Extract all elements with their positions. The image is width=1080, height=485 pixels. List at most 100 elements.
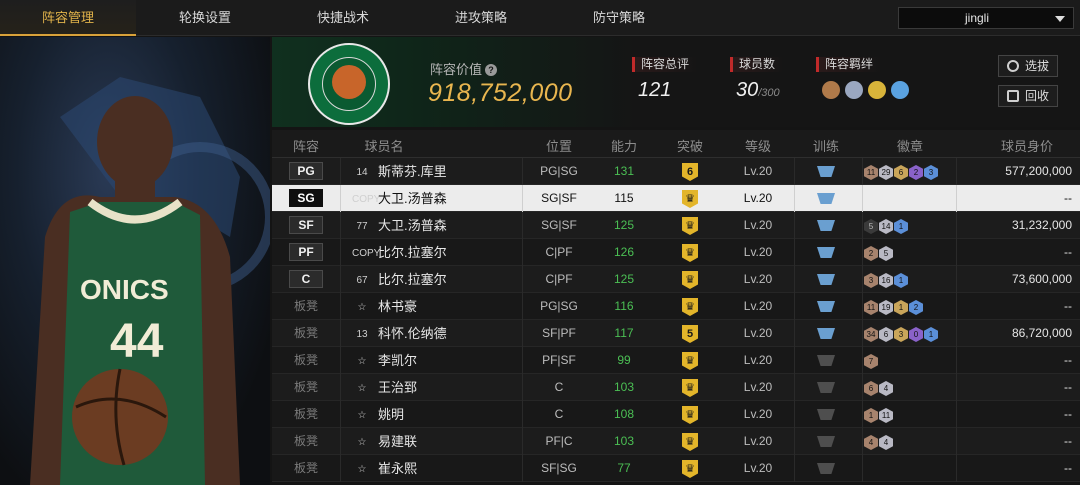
user-dropdown[interactable]: jingli [898,7,1074,29]
crown-icon: ♛ [682,379,698,397]
player-position: SF|SG [541,461,577,475]
select-button[interactable]: 选拔 [998,55,1058,77]
bench-label: 板凳 [293,434,318,448]
bond-icon-1[interactable] [822,81,840,99]
tab-offense-strategy[interactable]: 进攻策略 [412,0,550,36]
tab-quick-tactics[interactable]: 快捷战术 [274,0,412,36]
card-number-icon: 67 [356,275,368,286]
roster-table: 阵容 球员名 位置 能力 突破 等级 训练 徽章 球员身价 PG 14 斯蒂芬.… [272,130,1080,485]
bond-icon-2[interactable] [845,81,863,99]
badges-cell: 5 14 1 [864,212,956,239]
table-row[interactable]: PG 14 斯蒂芬.库里 PG|SG 131 6 Lv.20 11 29 6 2 3 5… [272,158,1080,185]
breakthrough-cell: ♛ [660,347,720,374]
player-position: C|PF [545,245,573,259]
table-row[interactable]: 板凳 ☆ 林书豪 PG|SG 116 ♛ Lv.20 11 19 1 2 -- [272,293,1080,320]
training-cell[interactable] [796,239,856,266]
table-row[interactable]: 板凳 ☆ 王治郅 C 103 ♛ Lv.20 64 -- [272,374,1080,401]
player-ability: 77 [617,461,631,475]
card-number-icon: 14 [356,167,368,178]
table-row[interactable]: 板凳 ☆ 易建联 PF|C 103 ♛ Lv.20 44 -- [272,428,1080,455]
position-badge: SG [289,189,323,207]
training-icon [817,166,835,177]
table-row[interactable]: SF 77 大卫.汤普森 SG|SF 125 ♛ Lv.20 5 14 1 31,2… [272,212,1080,239]
header-slot: 阵容 [292,139,319,154]
breakthrough-cell: ♛ [660,239,720,266]
card-cell: ☆ [350,455,374,482]
bond-icon-4[interactable] [891,81,909,99]
tab-lineup-management[interactable]: 阵容管理 [0,0,136,36]
star-icon: ☆ [357,302,367,313]
card-cell: 13 [350,320,374,347]
badge-icon: 11 [879,408,893,423]
question-circle-icon[interactable]: ? [485,64,498,76]
player-ability: 126 [613,245,635,259]
training-icon [817,328,835,339]
player-position: PF|C [545,434,573,448]
player-name: 斯蒂芬.库里 [378,164,447,179]
player-ability: 103 [613,434,635,448]
training-icon [817,301,835,312]
breakthrough-cell: ♛ [660,266,720,293]
table-row[interactable]: 板凳 13 科怀.伦纳德 SF|PF 117 5 Lv.20 34 6 3 0 1 86… [272,320,1080,347]
player-count: 30/300 [736,79,780,101]
card-number-icon: 13 [356,329,368,340]
breakthrough-cell: ♛ [660,455,720,482]
card-number-icon: 77 [356,221,368,232]
card-cell: ☆ [350,374,374,401]
table-row[interactable]: 板凳 ☆ 崔永熙 SF|SG 77 ♛ Lv.20 -- [272,455,1080,482]
training-cell[interactable] [796,455,856,482]
recycle-icon [1007,90,1019,102]
player-name: 林书豪 [378,299,418,314]
bench-label: 板凳 [293,380,318,394]
breakthrough-cell: ♛ [660,374,720,401]
star-icon: ☆ [357,437,367,448]
training-cell[interactable] [796,374,856,401]
training-cell[interactable] [796,320,856,347]
training-cell[interactable] [796,266,856,293]
player-name: 科怀.伦纳德 [378,326,447,341]
player-position: C [554,380,564,394]
training-cell[interactable] [796,212,856,239]
badge-icon: 11 [864,165,878,180]
header-ability: 能力 [610,139,637,154]
badge-icon: 11 [864,300,878,315]
training-cell[interactable] [796,293,856,320]
breakthrough-cell: ♛ [660,293,720,320]
player-value: -- [1064,353,1072,367]
player-level: Lv.20 [743,434,773,448]
table-row[interactable]: 板凳 ☆ 李凯尔 PF|SF 99 ♛ Lv.20 7 -- [272,347,1080,374]
player-level: Lv.20 [743,461,773,475]
badge-icon: 16 [879,273,893,288]
badges-cell [864,185,956,212]
tab-defense-strategy[interactable]: 防守策略 [550,0,688,36]
training-cell[interactable] [796,401,856,428]
table-row[interactable]: PF COPY 比尔.拉塞尔 C|PF 126 ♛ Lv.20 25 -- [272,239,1080,266]
chevron-down-icon [1055,16,1065,22]
training-icon [817,409,835,420]
player-level: Lv.20 [743,380,773,394]
training-cell[interactable] [796,185,856,212]
tab-rotation-settings[interactable]: 轮换设置 [136,0,274,36]
table-row[interactable]: C 67 比尔.拉塞尔 C|PF 125 ♛ Lv.20 3 16 1 73,600… [272,266,1080,293]
player-position: SG|SF [541,218,577,232]
bench-label: 板凳 [293,353,318,367]
star-icon: ☆ [357,410,367,421]
training-cell[interactable] [796,347,856,374]
training-icon [817,463,835,474]
training-cell[interactable] [796,158,856,185]
table-row[interactable]: 板凳 ☆ 姚明 C 108 ♛ Lv.20 1 11 -- [272,401,1080,428]
position-badge: PG [289,162,323,180]
recycle-button[interactable]: 回收 [998,85,1058,107]
training-cell[interactable] [796,428,856,455]
bond-icon-3[interactable] [868,81,886,99]
table-row[interactable]: SG COPY 大卫.汤普森 SG|SF 115 ♛ Lv.20 -- [272,185,1080,212]
crown-icon: ♛ [682,244,698,262]
slot-cell: PG [272,158,340,185]
card-number-icon: COPY [352,248,381,259]
badge-icon: 1 [924,327,938,342]
player-name: 王治郅 [378,380,418,395]
player-value: -- [1064,245,1072,259]
card-cell: ☆ [350,293,374,320]
player-value: 86,720,000 [1011,326,1072,340]
rating-label: 阵容总评 [632,57,698,72]
